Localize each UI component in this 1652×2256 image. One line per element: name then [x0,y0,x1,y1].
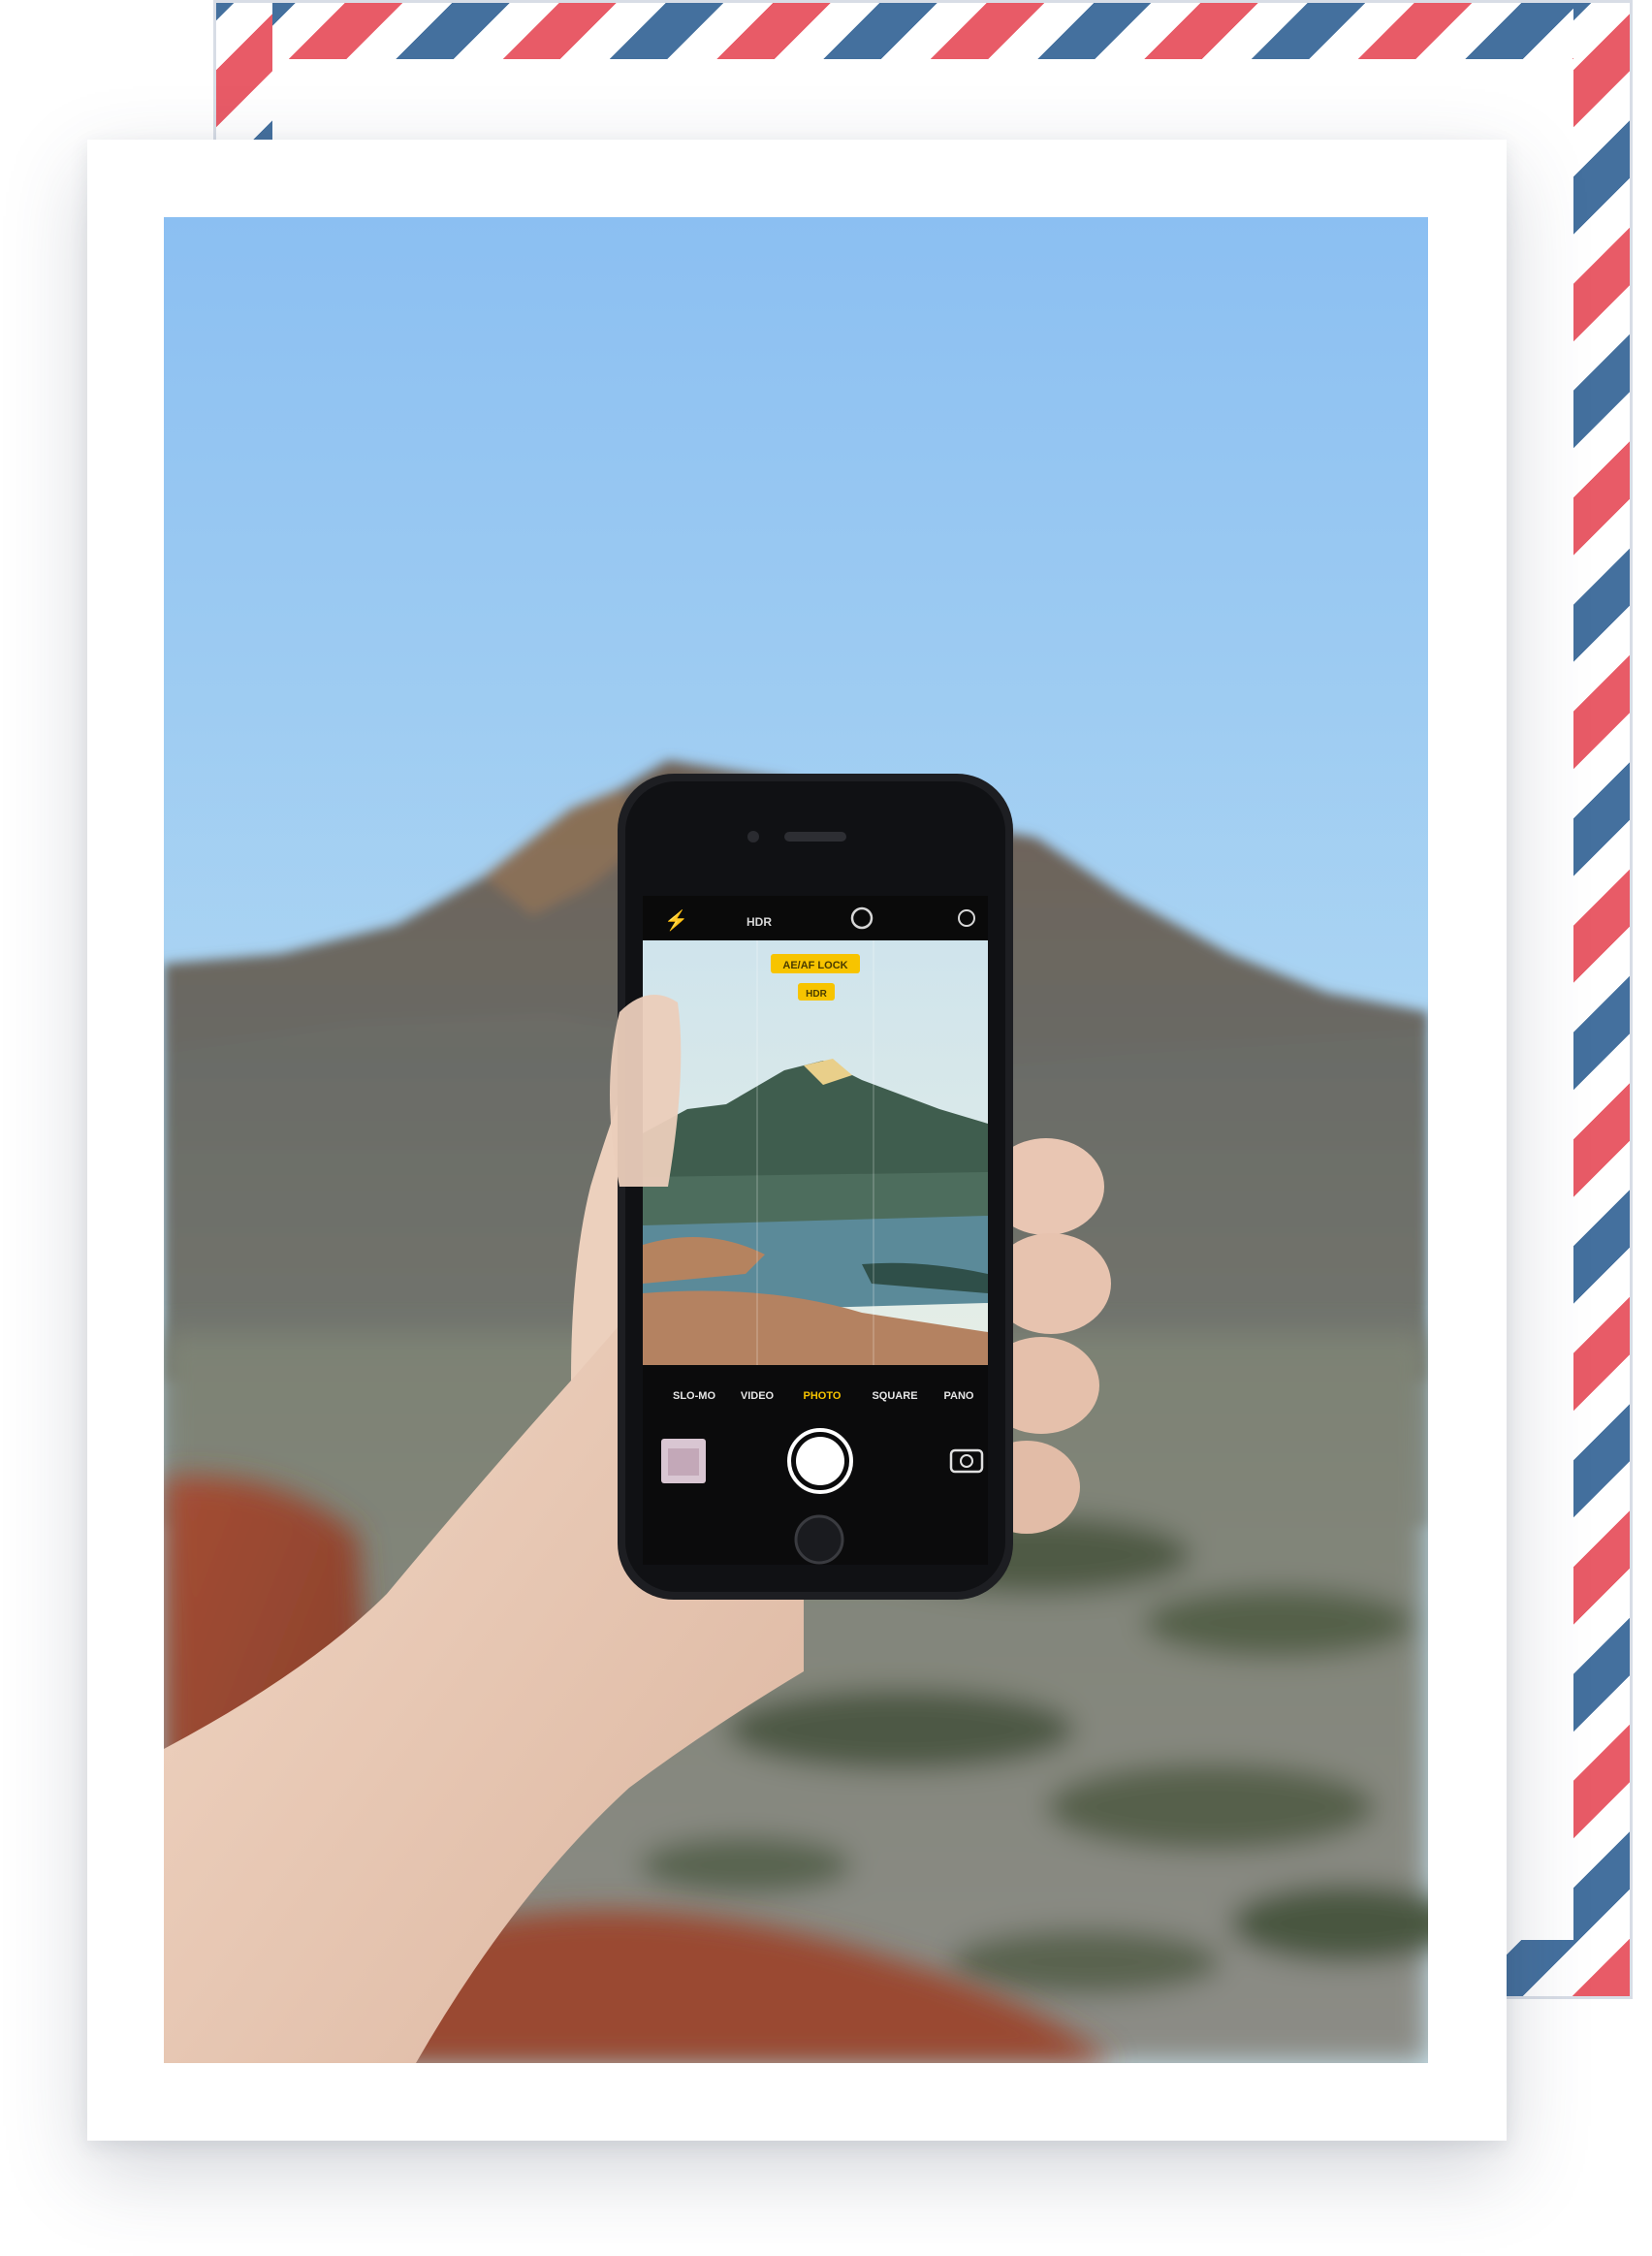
mode-video[interactable]: VIDEO [741,1390,775,1402]
viewfinder: AE/AF LOCK HDR [643,940,988,1365]
hdr-badge-label: HDR [806,989,827,1000]
ae-af-lock-label: AE/AF LOCK [782,960,847,971]
photo-scene: ⚡ HDR AE/AF LOCK HDR SLO-MO VIDEO PHOTO … [164,217,1428,2063]
hdr-toggle[interactable]: HDR [747,915,772,929]
mode-photo[interactable]: PHOTO [804,1390,842,1402]
mode-slo-mo[interactable]: SLO-MO [673,1390,715,1402]
mode-pano[interactable]: PANO [944,1390,974,1402]
envelope-border-top [216,3,1630,59]
home-button[interactable] [794,1514,844,1565]
smartphone: ⚡ HDR AE/AF LOCK HDR SLO-MO VIDEO PHOTO … [618,774,1013,1600]
mode-square[interactable]: SQUARE [872,1390,917,1402]
photo: ⚡ HDR AE/AF LOCK HDR SLO-MO VIDEO PHOTO … [164,217,1428,2063]
flash-off-icon[interactable]: ⚡ [664,908,688,932]
envelope-border-right [1573,3,1630,1996]
stage: ⚡ HDR AE/AF LOCK HDR SLO-MO VIDEO PHOTO … [0,0,1652,2256]
